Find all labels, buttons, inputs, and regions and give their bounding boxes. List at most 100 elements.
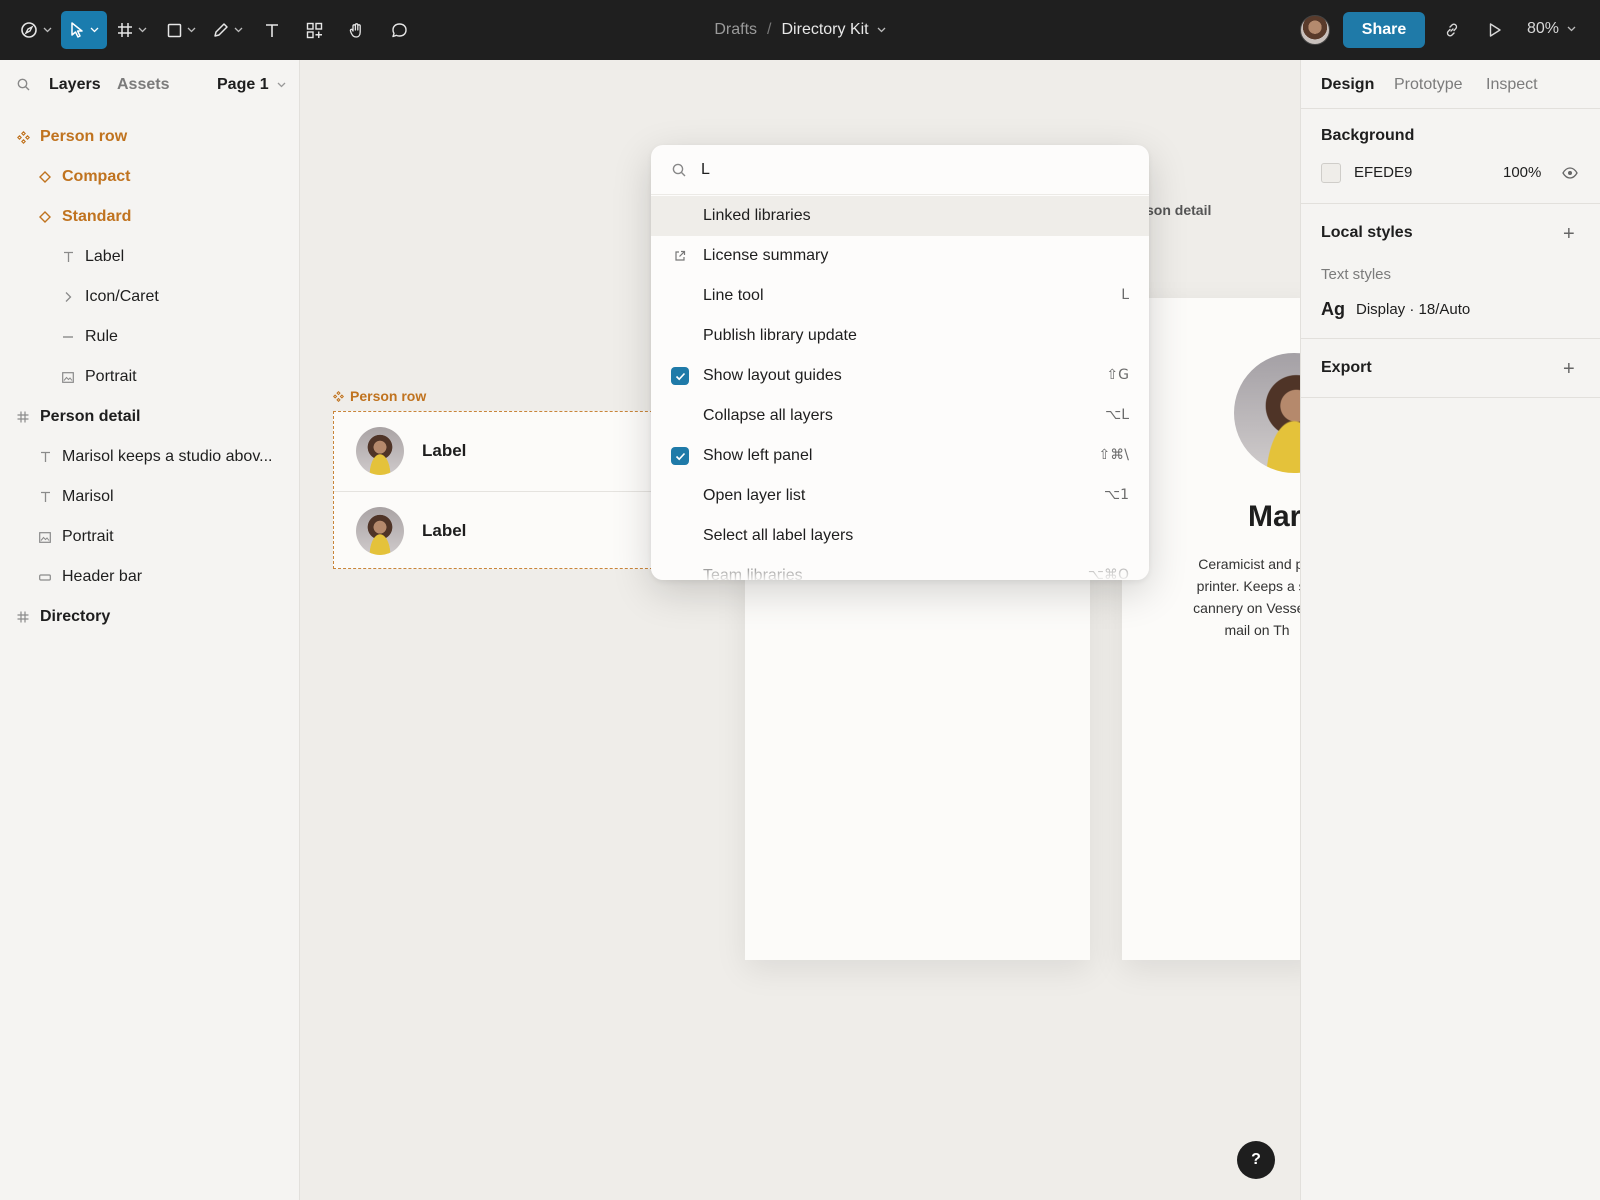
palette-search-input[interactable] [701, 157, 1121, 183]
layer-label-text[interactable]: Label [61, 245, 124, 269]
tab-design[interactable]: Design [1321, 76, 1374, 94]
person-row-standard[interactable]: Label [334, 491, 664, 569]
add-style-plus-icon[interactable]: + [1563, 224, 1575, 244]
palette-item-shortcut: ⌥⌘O [1087, 567, 1129, 580]
document-name-button[interactable]: Directory Kit [782, 21, 886, 39]
eye-icon[interactable] [1562, 166, 1578, 184]
layer-label: Header bar [62, 568, 143, 585]
comment-tool-button[interactable] [387, 11, 411, 49]
tab-inspect[interactable]: Inspect [1486, 76, 1538, 94]
pen-tool-button[interactable] [210, 11, 246, 49]
portrait-image [356, 506, 404, 555]
top-toolbar: Drafts / Directory Kit Share 80% [0, 0, 1600, 60]
local-styles-section: Local styles + Text styles Ag Display · … [1301, 203, 1600, 338]
background-hex-value[interactable]: EFEDE9 [1354, 164, 1412, 181]
rectangle-icon [38, 573, 52, 581]
tab-prototype[interactable]: Prototype [1394, 76, 1462, 94]
chevron-down-icon [277, 82, 286, 88]
layer-label: Marisol keeps a studio abov... [62, 448, 273, 465]
palette-search-bar [651, 145, 1149, 195]
help-button[interactable]: ? [1237, 1141, 1275, 1179]
chevron-down-icon [187, 27, 196, 33]
chevron-down-icon [1567, 26, 1576, 32]
palette-item-line-tool[interactable]: Line tool L [651, 276, 1149, 316]
background-title: Background [1321, 127, 1415, 144]
person-row-compact[interactable]: Label [334, 412, 664, 490]
zoom-level: 80% [1527, 20, 1560, 37]
background-section: Background EFEDE9 100% [1301, 108, 1600, 203]
add-export-plus-icon[interactable]: + [1563, 359, 1575, 379]
palette-item-show-left-panel[interactable]: Show left panel ⇧⌘\ [651, 436, 1149, 476]
background-color-swatch[interactable] [1321, 163, 1341, 183]
present-button[interactable] [1483, 18, 1507, 42]
person-row-component-set[interactable]: Label Label [333, 411, 664, 569]
palette-item-open-layer-list[interactable]: Open layer list ⌥1 [651, 476, 1149, 516]
chevron-down-icon [877, 27, 886, 33]
layer-label: Person row [40, 128, 128, 145]
bio-line: cannery on Vessel S [1193, 600, 1300, 616]
palette-item-collapse-all-layers[interactable]: Collapse all layers ⌥L [651, 396, 1149, 436]
palette-item-linked-libraries[interactable]: Linked libraries [651, 196, 1149, 236]
frame-tool-button[interactable] [114, 11, 150, 49]
layer-compact[interactable]: Compact [38, 165, 130, 189]
properties-panel: Design Prototype Inspect Background EFED… [1300, 60, 1600, 1200]
text-styles-heading: Text styles [1321, 266, 1392, 283]
palette-item-team-libraries[interactable]: Team libraries ⌥⌘O [651, 556, 1149, 580]
palette-item-label: Collapse all layers [703, 407, 833, 424]
layer-label: Person detail [40, 408, 141, 425]
layer-label: Portrait [85, 368, 137, 385]
page-selector[interactable]: Page 1 [217, 76, 286, 94]
layer-header-bar[interactable]: Header bar [38, 565, 142, 589]
move-tool-button[interactable] [61, 11, 107, 49]
layer-marisol[interactable]: Marisol [38, 485, 114, 509]
resources-button[interactable] [302, 11, 326, 49]
tab-layers[interactable]: Layers [49, 76, 101, 94]
palette-item-label: Team libraries [703, 567, 803, 580]
layer-marisol-bio[interactable]: Marisol keeps a studio abov... [38, 445, 272, 469]
components-grid-icon [306, 22, 322, 38]
palette-item-show-layout-guides[interactable]: Show layout guides ⇧G [651, 356, 1149, 396]
palette-item-label: Show layout guides [703, 367, 842, 384]
layer-person-detail[interactable]: Person detail [16, 405, 140, 429]
person-row-frame-label[interactable]: Person row [333, 388, 426, 404]
layer-rule[interactable]: Rule [61, 325, 118, 349]
main-menu-button[interactable] [16, 11, 56, 49]
palette-item-publish-library-update[interactable]: Publish library update [651, 316, 1149, 356]
pen-icon [214, 23, 228, 37]
shape-tool-button[interactable] [163, 11, 199, 49]
text-tool-button[interactable] [260, 11, 284, 49]
search-icon [672, 163, 686, 182]
text-icon [38, 491, 52, 503]
text-style-sample[interactable]: Ag [1321, 299, 1345, 320]
layer-directory[interactable]: Directory [16, 605, 110, 629]
copy-link-button[interactable] [1440, 18, 1464, 42]
search-icon[interactable] [17, 78, 30, 96]
layer-label: Icon/Caret [85, 288, 159, 305]
breadcrumb-drafts[interactable]: Drafts [714, 21, 757, 39]
person-detail-frame-label[interactable]: son detail [1146, 202, 1211, 218]
palette-item-label: Open layer list [703, 487, 806, 504]
palette-item-license-summary[interactable]: License summary [651, 236, 1149, 276]
tab-assets[interactable]: Assets [117, 76, 169, 94]
component-set-icon [333, 390, 344, 402]
caret-icon [61, 291, 75, 303]
palette-item-label: Linked libraries [703, 207, 811, 224]
palette-item-select-all-label-layers[interactable]: Select all label layers [651, 516, 1149, 556]
text-style-name[interactable]: Display · 18/Auto [1356, 301, 1470, 318]
image-icon [61, 371, 75, 383]
hand-tool-button[interactable] [345, 11, 369, 49]
layer-person-row[interactable]: Person row [16, 125, 127, 149]
layer-icon-caret[interactable]: Icon/Caret [61, 285, 159, 309]
page-name: Page 1 [217, 76, 269, 93]
frame-icon [16, 411, 30, 423]
portrait-image [356, 427, 404, 475]
layer-standard[interactable]: Standard [38, 205, 131, 229]
user-avatar[interactable] [1300, 15, 1330, 45]
share-button[interactable]: Share [1343, 12, 1425, 48]
zoom-menu[interactable]: 80% [1527, 20, 1576, 38]
chevron-down-icon [234, 27, 243, 33]
layer-portrait[interactable]: Portrait [61, 365, 137, 389]
layer-portrait-detail[interactable]: Portrait [38, 525, 114, 549]
background-opacity-value[interactable]: 100% [1503, 164, 1541, 181]
palette-item-shortcut: ⇧⌘\ [1098, 447, 1129, 463]
